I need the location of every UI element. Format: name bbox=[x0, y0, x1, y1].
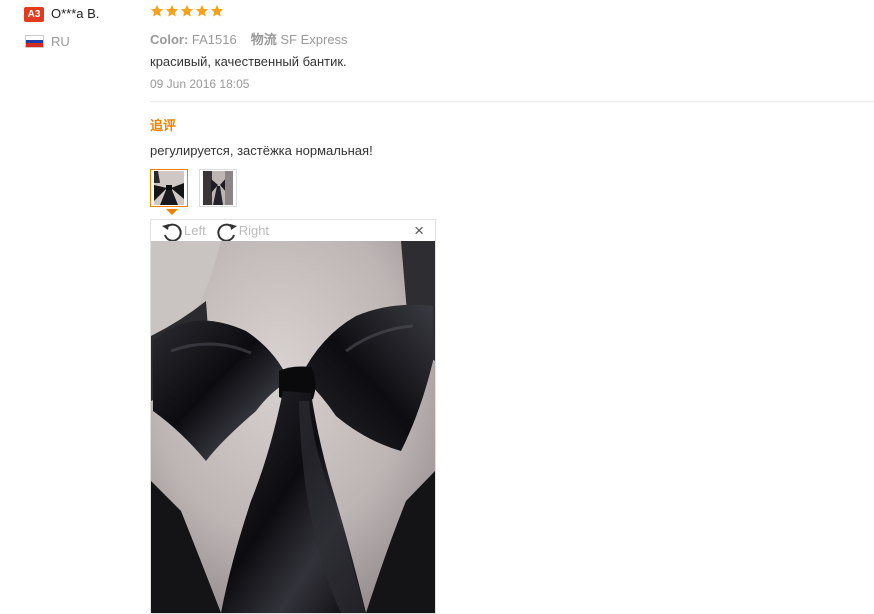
close-icon[interactable]: × bbox=[414, 222, 424, 240]
star-icon bbox=[180, 4, 194, 17]
thumbnail-pointer bbox=[166, 209, 178, 215]
logistics-label: 物流 bbox=[250, 32, 277, 47]
photo-thumbnail-2[interactable] bbox=[199, 169, 237, 207]
rating-stars bbox=[150, 4, 224, 18]
reviewer-country: RU bbox=[51, 34, 70, 49]
rotate-left-icon bbox=[162, 223, 182, 241]
photo-thumbnail-1-image bbox=[154, 171, 184, 205]
logistics-value: SF Express bbox=[280, 32, 348, 47]
rotate-right-icon bbox=[217, 223, 237, 241]
photo-viewer: Left Right × bbox=[150, 219, 436, 614]
color-value: FA1516 bbox=[191, 32, 237, 47]
rotate-left-label: Left bbox=[184, 223, 206, 238]
rotate-right-button[interactable]: Right bbox=[216, 221, 269, 241]
review-text: красивый, качественный бантик. bbox=[150, 54, 347, 69]
star-icon bbox=[195, 4, 209, 17]
photo-thumbnail-1[interactable] bbox=[150, 169, 188, 207]
photo-thumbnail-2-image bbox=[203, 171, 233, 205]
followup-text: регулируется, застёжка нормальная! bbox=[150, 143, 373, 158]
reviewer-name: O***a B. bbox=[51, 6, 100, 21]
rotate-right-label: Right bbox=[238, 223, 270, 238]
country-flag-icon bbox=[25, 35, 44, 48]
review-date: 09 Jun 2016 18:05 bbox=[150, 77, 250, 91]
rotate-left-button[interactable]: Left bbox=[161, 221, 206, 241]
reviewer-level-badge: A3 bbox=[24, 7, 44, 22]
color-label: Color: bbox=[150, 32, 189, 47]
viewer-toolbar: Left Right × bbox=[151, 220, 435, 241]
divider bbox=[150, 101, 874, 102]
review-photo bbox=[151, 241, 435, 613]
star-icon bbox=[165, 4, 179, 17]
followup-label: 追评 bbox=[150, 118, 177, 133]
order-meta: Color: FA1516 物流 SF Express bbox=[150, 29, 348, 48]
star-icon bbox=[150, 4, 164, 17]
star-icon bbox=[210, 4, 224, 17]
